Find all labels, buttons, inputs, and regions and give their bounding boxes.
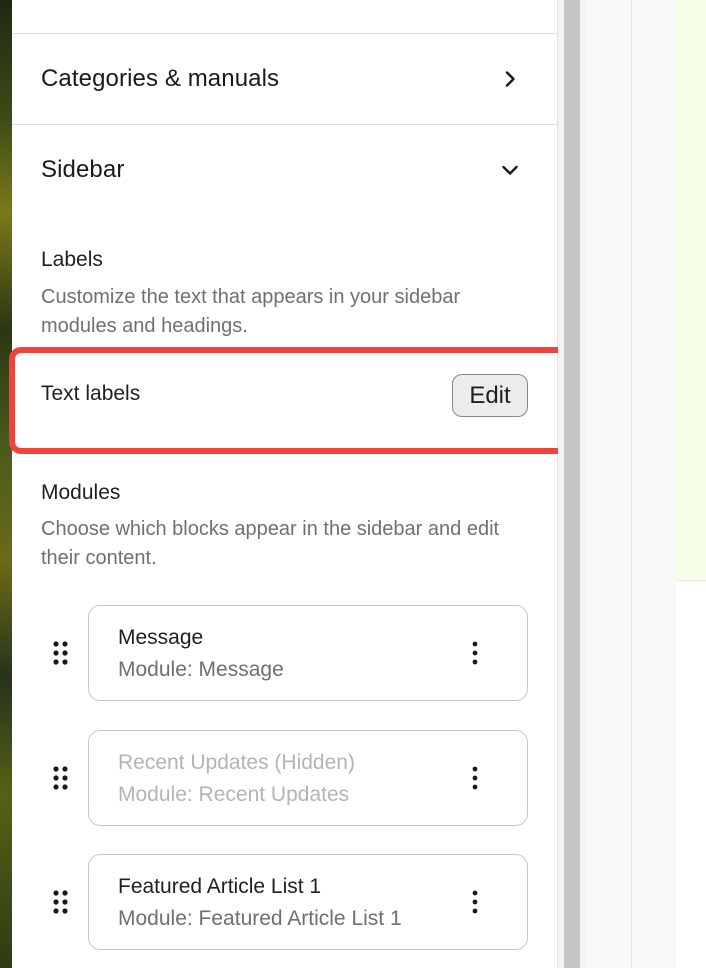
labels-description: Customize the text that appears in your … (41, 286, 461, 337)
background-photo-strip (0, 0, 12, 968)
chevron-down-icon (502, 165, 518, 175)
preview-divider (631, 0, 632, 968)
module-name: Featured Article List 1 (118, 875, 322, 898)
settings-panel: Categories & manuals Sidebar Labels Cust… (12, 0, 558, 968)
module-card[interactable]: Featured Article List 1 Module: Featured… (88, 854, 528, 950)
drag-handle-icon[interactable] (52, 640, 70, 666)
preview-content-area (676, 0, 706, 580)
preview-content-area-lower (676, 580, 706, 968)
chevron-right-icon (505, 71, 515, 87)
module-type: Module: Message (118, 658, 284, 681)
more-options-icon[interactable] (463, 888, 487, 916)
more-options-icon[interactable] (463, 639, 487, 667)
module-type: Module: Featured Article List 1 (118, 907, 402, 930)
module-name: Recent Updates (Hidden) (118, 751, 355, 774)
section-categories-manuals[interactable]: Categories & manuals (12, 34, 557, 125)
scrollbar-thumb[interactable] (564, 0, 580, 968)
modules-heading: Modules (41, 481, 121, 504)
module-item: Message Module: Message (12, 605, 557, 701)
drag-handle-icon[interactable] (52, 889, 70, 915)
section-title: Categories & manuals (41, 65, 280, 92)
previous-section-row[interactable] (12, 0, 557, 34)
modules-description: Choose which blocks appear in the sideba… (41, 518, 500, 569)
drag-handle-icon[interactable] (52, 765, 70, 791)
module-item: Recent Updates (Hidden) Module: Recent U… (12, 730, 557, 826)
labels-heading: Labels (41, 248, 103, 271)
module-item: Featured Article List 1 Module: Featured… (12, 854, 557, 950)
section-title: Sidebar (41, 156, 125, 183)
module-name: Message (118, 626, 204, 649)
module-card[interactable]: Recent Updates (Hidden) Module: Recent U… (88, 730, 528, 826)
module-card[interactable]: Message Module: Message (88, 605, 528, 701)
more-options-icon[interactable] (463, 764, 487, 792)
section-sidebar[interactable]: Sidebar (12, 125, 557, 215)
highlight-box (9, 347, 590, 454)
module-type: Module: Recent Updates (118, 783, 350, 806)
